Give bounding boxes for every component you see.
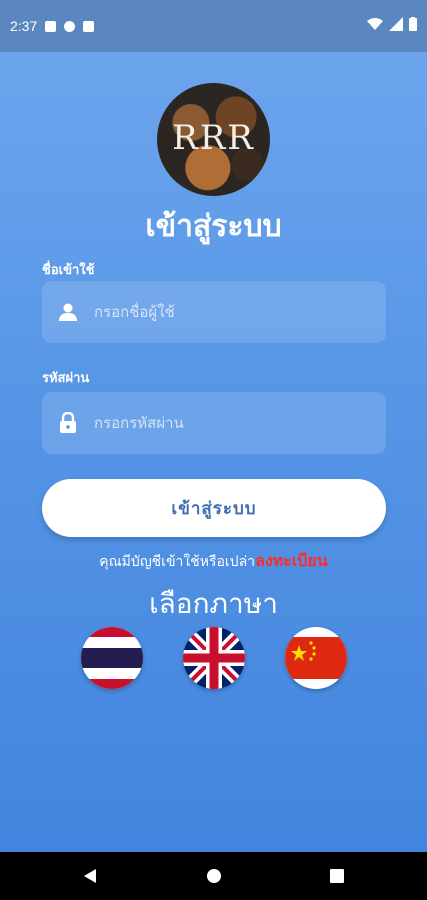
home-icon[interactable] xyxy=(184,852,244,900)
page-title: เข้าสู่ระบบ xyxy=(145,209,282,244)
status-indicators xyxy=(367,17,417,31)
username-label: ชื่อเข้าใช้ xyxy=(42,263,95,278)
username-field[interactable] xyxy=(42,281,386,343)
register-link[interactable]: ลงทะเบียน xyxy=(255,551,328,570)
navigation-bar xyxy=(0,852,427,900)
username-input[interactable] xyxy=(92,302,356,322)
status-bar: 2:37 xyxy=(0,0,427,52)
password-label: รหัสผ่าน xyxy=(42,371,90,386)
battery-icon xyxy=(409,17,417,31)
password-field[interactable] xyxy=(42,392,386,454)
china-flag-icon[interactable] xyxy=(285,627,347,689)
logo-text: RRR xyxy=(172,118,255,158)
recents-icon[interactable] xyxy=(307,852,367,900)
signup-text: คุณมีบัญชีเข้าใช้หรือเปล่า xyxy=(99,554,256,570)
uk-flag-icon[interactable] xyxy=(183,627,245,689)
login-button[interactable]: เข้าสู่ระบบ xyxy=(42,479,386,537)
password-input[interactable] xyxy=(92,413,356,433)
sd-card-icon xyxy=(83,20,95,32)
person-icon xyxy=(58,302,78,322)
app-logo: RRR xyxy=(157,83,270,196)
status-time: 2:37 xyxy=(10,18,38,34)
sync-icon xyxy=(64,20,76,32)
back-icon[interactable] xyxy=(60,852,120,900)
language-title: เลือกภาษา xyxy=(149,587,278,620)
lock-icon xyxy=(58,412,78,433)
signal-icon xyxy=(389,17,403,31)
signup-prompt: คุณมีบัญชีเข้าใช้หรือเปล่าลงทะเบียน xyxy=(0,549,427,574)
thailand-flag-icon[interactable] xyxy=(81,627,143,689)
notification-icon xyxy=(45,20,57,32)
wifi-icon xyxy=(367,18,383,30)
